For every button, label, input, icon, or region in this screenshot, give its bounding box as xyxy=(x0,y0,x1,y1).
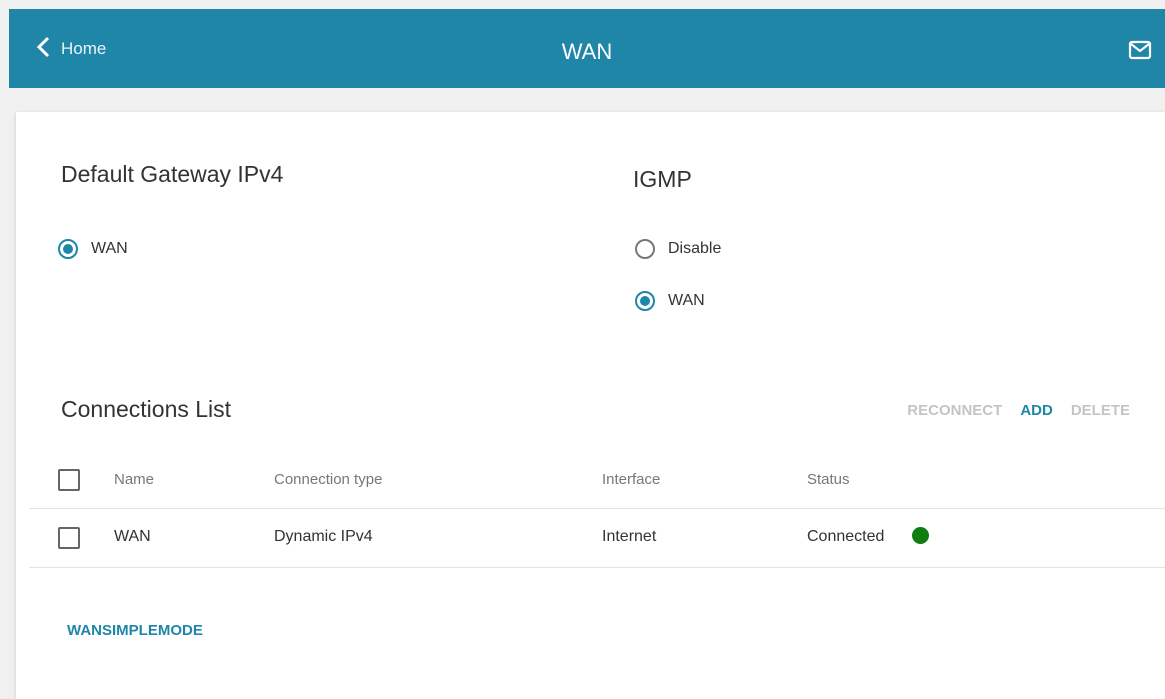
status-indicator-dot xyxy=(912,527,929,544)
wansimplemode-link[interactable]: WANSIMPLEMODE xyxy=(67,622,203,639)
gateway-section-title: Default Gateway IPv4 xyxy=(61,161,284,187)
igmp-radio-wan[interactable]: WAN xyxy=(635,291,705,311)
igmp-section-title: IGMP xyxy=(633,166,692,192)
radio-label: Disable xyxy=(668,240,722,257)
connections-list-title: Connections List xyxy=(61,396,232,422)
reconnect-button[interactable]: RECONNECT xyxy=(907,402,1002,419)
envelope-icon[interactable] xyxy=(1128,39,1152,61)
radio-label: WAN xyxy=(668,292,705,309)
radio-label: WAN xyxy=(91,240,128,257)
table-divider xyxy=(29,508,1165,509)
gateway-radio-wan[interactable]: WAN xyxy=(58,239,128,259)
wan-settings-card: Default Gateway IPv4 WAN IGMP Disable WA… xyxy=(16,112,1165,699)
column-header-status: Status xyxy=(807,471,850,488)
delete-button[interactable]: DELETE xyxy=(1071,402,1130,419)
table-divider xyxy=(29,567,1165,568)
column-header-interface: Interface xyxy=(602,471,661,488)
column-header-name: Name xyxy=(114,471,155,488)
row-checkbox[interactable] xyxy=(58,527,80,549)
row-connection-type: Dynamic IPv4 xyxy=(274,528,373,545)
row-status: Connected xyxy=(807,528,885,545)
top-bar: Home WAN xyxy=(9,9,1165,88)
radio-circle xyxy=(58,239,78,259)
radio-circle xyxy=(635,291,655,311)
column-header-connection-type: Connection type xyxy=(274,471,383,488)
page-title: WAN xyxy=(561,39,613,64)
radio-circle xyxy=(635,239,655,259)
row-interface: Internet xyxy=(602,528,657,545)
row-name: WAN xyxy=(114,528,151,545)
igmp-radio-disable[interactable]: Disable xyxy=(635,239,721,259)
connection-actions: RECONNECT ADD DELETE xyxy=(907,402,1130,419)
add-button[interactable]: ADD xyxy=(1020,402,1053,419)
select-all-checkbox[interactable] xyxy=(58,469,80,491)
